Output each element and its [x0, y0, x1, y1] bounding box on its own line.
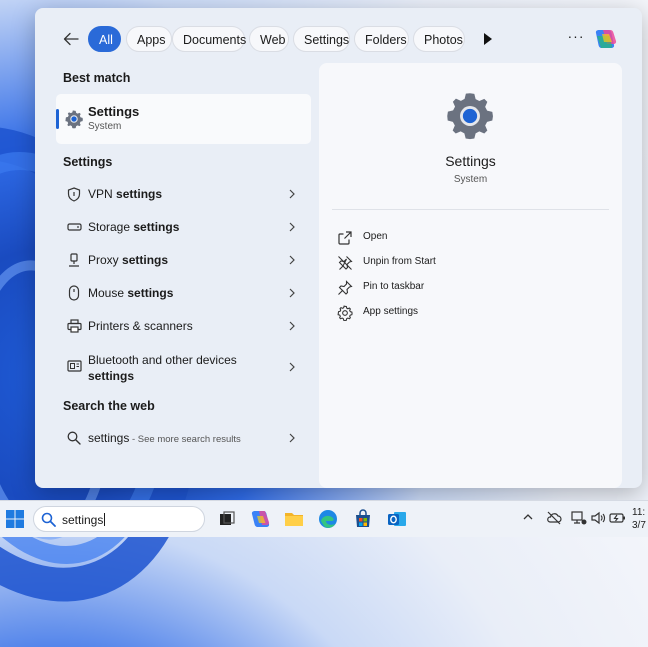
list-item-label-bold: settings — [127, 286, 174, 300]
preview-subtitle: System — [453, 174, 488, 185]
web-search-result[interactable]: settings - See more search results — [56, 426, 311, 450]
best-match-heading: Best match — [63, 71, 131, 85]
clock-date: 3/7 — [632, 520, 646, 531]
list-item-label: Mouse — [88, 286, 128, 300]
microsoft-store-icon[interactable] — [352, 508, 374, 530]
chevron-right-icon — [289, 288, 295, 298]
list-item-label: Storage — [88, 220, 134, 234]
windows-start-icon[interactable] — [5, 509, 25, 529]
search-web-heading: Search the web — [63, 399, 155, 413]
preview-pane: Settings System Open Unpin from Start Pi… — [319, 63, 622, 488]
list-item-proxy-settings[interactable]: Proxy settings — [56, 248, 311, 272]
system-clock[interactable]: 11: 3/7 — [632, 506, 646, 532]
taskbar: settings 11: 3/7 — [0, 500, 648, 537]
divider — [332, 209, 609, 210]
taskbar-search-box[interactable]: settings — [33, 506, 205, 532]
chevron-right-icon — [289, 189, 295, 199]
back-arrow-icon — [63, 32, 79, 46]
filter-tab-photos[interactable]: Photos — [413, 26, 465, 52]
proxy-icon — [65, 251, 83, 269]
battery-charging-icon[interactable] — [609, 511, 625, 527]
outlook-icon[interactable] — [386, 508, 408, 530]
storage-icon — [65, 218, 83, 236]
file-explorer-icon[interactable] — [283, 508, 305, 530]
more-options-button[interactable]: ··· — [566, 28, 586, 48]
list-item-label-bold: settings — [122, 253, 169, 267]
copilot-taskbar-icon[interactable] — [250, 508, 272, 530]
preview-title: Settings — [445, 153, 496, 169]
clock-time: 11: — [632, 507, 646, 518]
gear-icon — [337, 305, 353, 321]
chevron-right-icon — [289, 222, 295, 232]
unpin-icon — [338, 256, 353, 270]
mouse-icon — [65, 284, 83, 302]
best-match-item[interactable]: Settings System — [56, 94, 311, 144]
list-item-bluetooth-devices[interactable]: Bluetooth and other devices settings — [56, 347, 311, 387]
filter-tab-apps[interactable]: Apps — [126, 26, 172, 52]
taskbar-search-input[interactable]: settings — [62, 513, 103, 527]
list-item-printers-scanners[interactable]: Printers & scanners — [56, 314, 311, 338]
settings-gear-icon — [65, 110, 83, 129]
filter-tab-folders[interactable]: Folders — [354, 26, 409, 52]
task-view-icon[interactable] — [216, 508, 238, 530]
open-external-icon — [338, 231, 352, 245]
list-item-label-bold: settings — [133, 220, 180, 234]
list-item-label: Bluetooth and other devices — [88, 353, 237, 367]
selection-indicator — [56, 109, 59, 129]
filter-tab-documents[interactable]: Documents — [172, 26, 246, 52]
bluetooth-devices-icon — [65, 358, 83, 376]
filter-tab-settings[interactable]: Settings — [293, 26, 350, 52]
edge-browser-icon[interactable] — [317, 508, 339, 530]
best-match-subtitle: System — [88, 121, 122, 132]
action-label: Unpin from Start — [363, 256, 436, 267]
settings-heading: Settings — [63, 155, 113, 169]
list-item-label: Printers & scanners — [88, 319, 193, 333]
chevron-right-icon — [289, 362, 295, 372]
chevron-right-icon — [289, 255, 295, 265]
network-icon[interactable] — [571, 511, 587, 527]
web-suffix: - See more search results — [129, 434, 241, 445]
list-item-label-bold: settings — [116, 187, 163, 201]
volume-icon[interactable] — [590, 511, 606, 527]
back-button[interactable] — [60, 28, 82, 50]
list-item-storage-settings[interactable]: Storage settings — [56, 215, 311, 239]
list-item-vpn-settings[interactable]: VPN settings — [56, 182, 311, 206]
search-icon — [65, 429, 83, 447]
list-item-mouse-settings[interactable]: Mouse settings — [56, 281, 311, 305]
pin-icon — [338, 280, 353, 295]
best-match-title: Settings — [88, 104, 140, 119]
chevron-up-icon[interactable] — [520, 511, 536, 527]
filter-bar: All Apps Documents Web Settings Folders … — [35, 8, 642, 66]
list-item-label-bold: settings — [88, 369, 135, 383]
list-item-label: VPN — [88, 187, 117, 201]
action-label: App settings — [363, 306, 419, 317]
web-query: settings — [88, 431, 130, 445]
printer-icon — [65, 317, 83, 335]
list-item-label: Proxy — [88, 253, 123, 267]
chevron-right-icon — [289, 433, 295, 443]
filter-tab-web[interactable]: Web — [249, 26, 289, 52]
action-label: Pin to taskbar — [363, 281, 425, 292]
more-filters-arrow-icon[interactable] — [481, 30, 495, 48]
settings-gear-icon — [447, 93, 493, 140]
text-caret — [104, 513, 106, 526]
search-icon — [41, 512, 56, 527]
filter-tab-all[interactable]: All — [88, 26, 121, 52]
copilot-icon[interactable] — [593, 26, 619, 52]
start-search-panel: All Apps Documents Web Settings Folders … — [35, 8, 642, 488]
action-label: Open — [363, 231, 388, 242]
vpn-shield-icon — [65, 185, 83, 203]
cloud-offline-icon[interactable] — [546, 511, 562, 527]
chevron-right-icon — [289, 321, 295, 331]
